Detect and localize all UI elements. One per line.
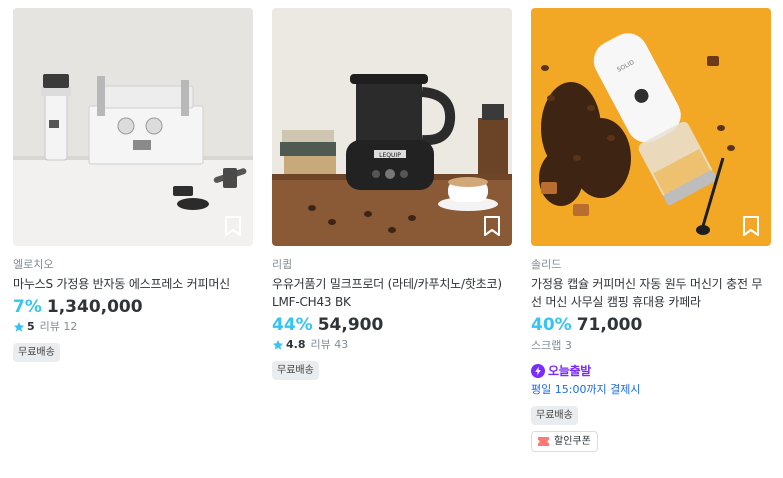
product-image[interactable]: LEQUIP (272, 8, 512, 246)
price: 54,900 (317, 315, 384, 335)
brand-name: 리큅 (272, 258, 293, 271)
product-image[interactable] (13, 8, 253, 246)
rating-row: 5 리뷰 12 (13, 320, 253, 334)
price: 71,000 (576, 315, 643, 335)
today-departure-note: 평일 15:00까지 결제시 (531, 383, 641, 396)
free-shipping-badge: 무료배송 (13, 343, 60, 362)
scrap-count: 스크랩 3 (531, 339, 572, 352)
price-row: 7% 1,340,000 (13, 297, 253, 317)
star-icon (14, 322, 24, 332)
product-image[interactable]: SOLID (531, 8, 771, 246)
rating-row: 4.8 리뷰 43 (272, 338, 512, 352)
brand-name: 솔리드 (531, 258, 562, 271)
product-card[interactable]: LEQUIP 리큅 우유거품기 밀크프로더 (라테/카푸치노/핫초코) LMF-… (272, 8, 512, 380)
rating-value: 5 (27, 320, 35, 333)
product-title[interactable]: 가정용 캡슐 커피머신 자동 원두 머신기 충전 무선 머신 사무실 캠핑 휴대… (531, 275, 771, 311)
portable-coffee-machine-photo: SOLID (531, 8, 771, 246)
brand-name: 엘로치오 (13, 258, 54, 271)
star-icon (273, 340, 283, 350)
today-departure-label: 오늘출발 (548, 364, 591, 378)
milk-frother-photo: LEQUIP (272, 8, 512, 246)
discount-rate: 7% (13, 297, 42, 317)
bookmark-icon[interactable] (741, 215, 761, 237)
rating-value: 4.8 (286, 338, 306, 351)
price-row: 44% 54,900 (272, 315, 512, 335)
product-card[interactable]: SOLID 솔리드 가정용 캡슐 커피머신 자동 원두 머신기 충전 무선 머신… (531, 8, 771, 452)
free-shipping-badge: 무료배송 (531, 406, 578, 425)
product-card[interactable]: 엘로치오 마누스S 가정용 반자동 에스프레소 커피머신 7% 1,340,00… (13, 8, 253, 362)
price-row: 40% 71,000 (531, 315, 771, 335)
review-count: 리뷰 43 (310, 338, 349, 351)
svg-text:LEQUIP: LEQUIP (379, 152, 401, 159)
review-count: 리뷰 12 (39, 320, 78, 333)
espresso-machine-photo (13, 8, 253, 246)
product-title[interactable]: 우유거품기 밀크프로더 (라테/카푸치노/핫초코) LMF-CH43 BK (272, 275, 512, 311)
discount-coupon-badge: 할인쿠폰 (531, 431, 598, 452)
bookmark-icon[interactable] (223, 215, 243, 237)
discount-rate: 44% (272, 315, 313, 335)
today-departure: 오늘출발 (531, 362, 771, 379)
coupon-icon (538, 437, 549, 446)
product-title[interactable]: 마누스S 가정용 반자동 에스프레소 커피머신 (13, 275, 253, 293)
coupon-label: 할인쿠폰 (554, 436, 591, 447)
lightning-icon (531, 363, 545, 378)
bookmark-icon[interactable] (482, 215, 502, 237)
price: 1,340,000 (46, 297, 143, 317)
free-shipping-badge: 무료배송 (272, 361, 319, 380)
discount-rate: 40% (531, 315, 572, 335)
